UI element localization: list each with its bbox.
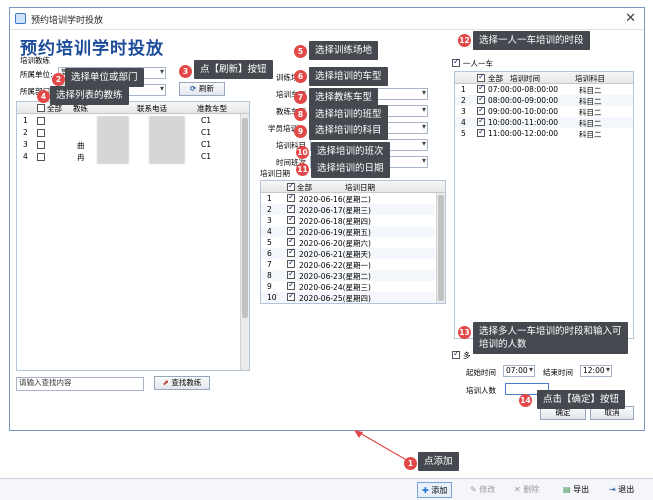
callout-3: 点【刷新】按钮 <box>194 60 273 79</box>
callout-14: 点击【确定】按钮 <box>537 390 626 409</box>
delete-button[interactable]: ✕ 删除 <box>512 482 539 498</box>
modify-label: 修改 <box>479 485 496 494</box>
add-icon: ✚ <box>422 486 429 495</box>
callout-badge-10: 10 <box>296 146 309 159</box>
callout-badge-8: 8 <box>294 108 307 121</box>
callout-1: 点添加 <box>418 452 459 471</box>
callout-badge-12: 12 <box>458 34 471 47</box>
bottom-toolbar: ✚ 添加 ✎ 修改 ✕ 删除 ▤ 导出 ⇥ 退出 <box>0 478 653 500</box>
callout-badge-5: 5 <box>294 45 307 58</box>
callout-11: 选择培训的日期 <box>311 159 390 178</box>
delete-icon: ✕ <box>514 485 521 494</box>
callout-badge-3: 3 <box>179 65 192 78</box>
callout-badge-13: 13 <box>458 326 471 339</box>
callout-13: 选择多人一车培训的时段和输入可 培训的人数 <box>473 322 628 354</box>
callout-2: 选择单位或部门 <box>65 68 144 87</box>
callout-badge-9: 9 <box>294 125 307 138</box>
callout-12: 选择一人一车培训的时段 <box>473 31 590 50</box>
modify-button[interactable]: ✎ 修改 <box>468 482 495 498</box>
callout-badge-11: 11 <box>296 163 309 176</box>
callout-badge-7: 7 <box>294 91 307 104</box>
add-label: 添加 <box>431 486 448 495</box>
callout-6: 选择培训的车型 <box>309 67 388 86</box>
callout-badge-4: 4 <box>37 90 50 103</box>
add-button[interactable]: ✚ 添加 <box>417 482 453 498</box>
callout-badge-14: 14 <box>519 394 532 407</box>
callout-9: 选择培训的科目 <box>309 121 388 140</box>
callout-4: 选择列表的教练 <box>50 86 129 105</box>
delete-label: 删除 <box>523 485 540 494</box>
callout-badge-1: 1 <box>404 457 417 470</box>
export-icon: ▤ <box>563 485 571 494</box>
exit-icon: ⇥ <box>609 485 616 494</box>
edit-icon: ✎ <box>470 485 477 494</box>
exit-button[interactable]: ⇥ 退出 <box>607 482 634 498</box>
callout-badge-2: 2 <box>52 73 65 86</box>
callout-badge-6: 6 <box>294 70 307 83</box>
callout-5: 选择训练场地 <box>309 41 379 60</box>
exit-label: 退出 <box>618 485 635 494</box>
export-label: 导出 <box>573 485 590 494</box>
export-button[interactable]: ▤ 导出 <box>561 482 589 498</box>
